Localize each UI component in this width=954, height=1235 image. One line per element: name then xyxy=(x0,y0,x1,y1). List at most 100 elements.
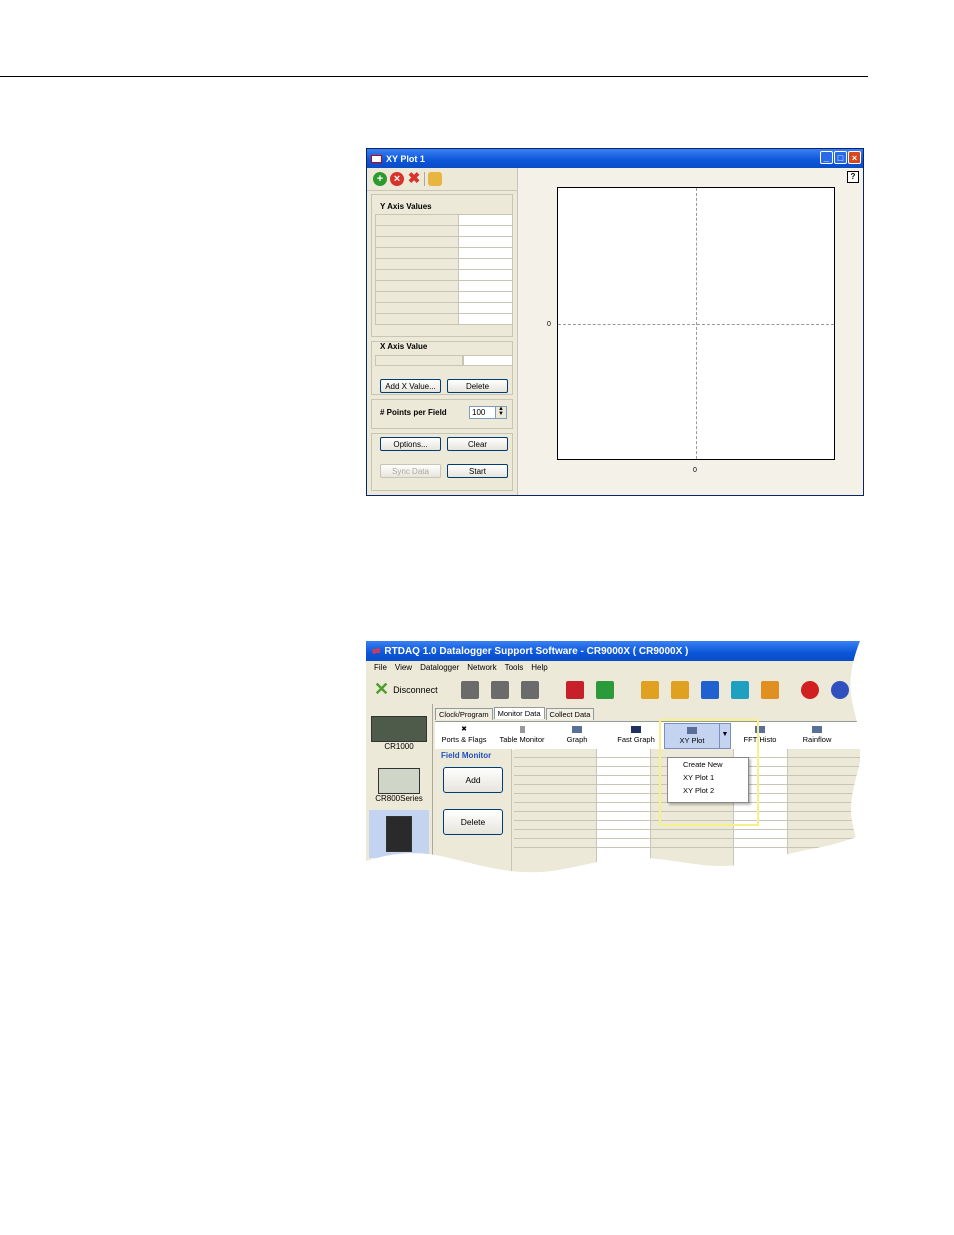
menu-item-create-new[interactable]: Create New xyxy=(668,758,748,771)
clock-icon[interactable] xyxy=(801,681,819,699)
y-axis-grid xyxy=(375,214,513,325)
monitor-ribbon: ✖ Ports & Flags Table Monitor Graph Fast… xyxy=(435,721,860,750)
add-x-value-button[interactable]: Add X Value... xyxy=(380,379,441,393)
delete-icon[interactable]: ✖ xyxy=(407,171,421,186)
chart-icon[interactable] xyxy=(641,681,659,699)
window-title: XY Plot 1 xyxy=(386,153,425,164)
disconnect-label: Disconnect xyxy=(393,684,438,695)
table-row xyxy=(375,214,513,226)
spinner-arrows-icon[interactable]: ▲ ▼ xyxy=(495,406,506,418)
plot-pane: ? 0 0 xyxy=(518,168,863,495)
menu-help[interactable]: Help xyxy=(531,663,547,672)
graph-button[interactable]: Graph xyxy=(557,726,597,744)
device-image xyxy=(378,768,420,794)
x-axis-value-cell[interactable] xyxy=(463,355,513,366)
xy-plot-dropdown-menu: Create New XY Plot 1 XY Plot 2 xyxy=(667,757,749,803)
table-monitor-label: Table Monitor xyxy=(499,735,545,744)
torn-edge-bottom xyxy=(356,834,866,890)
fast-graph-label: Fast Graph xyxy=(617,735,655,744)
menu-item-xy-plot-1[interactable]: XY Plot 1 xyxy=(668,771,748,784)
table-monitor-button[interactable]: Table Monitor xyxy=(494,726,550,744)
rtdaq-titlebar[interactable]: ⇌ RTDAQ 1.0 Datalogger Support Software … xyxy=(366,641,860,661)
menu-file[interactable]: File xyxy=(374,663,387,672)
toolbar-separator xyxy=(424,172,425,186)
ports-flags-label: Ports & Flags xyxy=(441,735,487,744)
x-tick-label: 0 xyxy=(693,467,697,474)
document-icon[interactable] xyxy=(596,681,614,699)
start-button[interactable]: Start xyxy=(447,464,508,478)
network-icon[interactable] xyxy=(731,681,749,699)
plot-area[interactable] xyxy=(557,187,835,460)
hand-icon[interactable] xyxy=(428,172,442,186)
main-toolbar: ✕ Disconnect xyxy=(366,674,860,705)
y-axis-label: Y Axis Values xyxy=(380,202,432,211)
checklist-icon[interactable] xyxy=(566,681,584,699)
tab-monitor-data[interactable]: Monitor Data xyxy=(493,707,545,719)
ports-flags-icon: ✖ xyxy=(461,726,467,733)
options-button[interactable]: Options... xyxy=(380,437,441,451)
search-icon[interactable] xyxy=(701,681,719,699)
table-row xyxy=(375,302,513,314)
tab-bar: Clock/Program Monitor Data Collect Data xyxy=(435,707,595,720)
tab-collect-data[interactable]: Collect Data xyxy=(545,708,595,720)
graph-icon xyxy=(572,726,582,733)
field-monitor-label: Field Monitor xyxy=(441,751,492,760)
fast-graph-icon xyxy=(631,726,641,733)
disconnect-button[interactable]: ✕ Disconnect xyxy=(374,679,438,700)
y-tick-label: 0 xyxy=(547,321,551,328)
help-button[interactable]: ? xyxy=(847,171,859,183)
rainflow-label: Rainflow xyxy=(802,735,832,744)
minimize-icon[interactable]: _ xyxy=(820,151,833,164)
delete-x-button[interactable]: Delete xyxy=(447,379,508,393)
remove-icon[interactable]: × xyxy=(390,172,404,186)
points-per-field-label: # Points per Field xyxy=(380,408,447,417)
maximize-icon[interactable]: □ xyxy=(834,151,847,164)
xy-plot-titlebar[interactable]: XY Plot 1 _ □ × xyxy=(367,149,863,168)
tools-icon[interactable] xyxy=(761,681,779,699)
points-per-field-value: 100 xyxy=(472,408,486,417)
table-row xyxy=(375,258,513,270)
menu-network[interactable]: Network xyxy=(467,663,496,672)
table-row xyxy=(375,280,513,292)
menu-datalogger[interactable]: Datalogger xyxy=(420,663,459,672)
device-image xyxy=(371,716,427,742)
device-cr800[interactable]: CR800Series xyxy=(369,768,429,803)
edit-station-icon[interactable] xyxy=(521,681,539,699)
play-chart-icon[interactable] xyxy=(671,681,689,699)
xy-settings-pane: + × ✖ Y Axis Values X Axis Value Add X V… xyxy=(367,168,518,495)
menu-tools[interactable]: Tools xyxy=(505,663,524,672)
menu-view[interactable]: View xyxy=(395,663,412,672)
tab-clock-program[interactable]: Clock/Program xyxy=(435,708,493,720)
clear-button[interactable]: Clear xyxy=(447,437,508,451)
device-label: CR800Series xyxy=(375,794,423,803)
x-axis-name-cell xyxy=(375,355,463,366)
remove-station-icon[interactable] xyxy=(491,681,509,699)
table-row xyxy=(375,225,513,237)
xy-toolbar: + × ✖ xyxy=(367,168,517,191)
device-cr1000[interactable]: CR1000 xyxy=(369,716,429,751)
rainflow-icon xyxy=(812,726,822,733)
table-monitor-icon xyxy=(519,726,525,733)
points-per-field-spinner[interactable]: 100 ▲ ▼ xyxy=(469,406,507,419)
graph-label: Graph xyxy=(566,735,588,744)
table-row xyxy=(375,247,513,259)
table-row xyxy=(375,236,513,248)
menu-item-xy-plot-2[interactable]: XY Plot 2 xyxy=(668,784,748,797)
app-icon: ⇌ xyxy=(372,645,381,657)
horizontal-gridline xyxy=(558,324,834,325)
menubar: File View Datalogger Network Tools Help xyxy=(366,661,860,674)
ports-flags-button[interactable]: ✖ Ports & Flags xyxy=(439,726,489,744)
x-axis-label: X Axis Value xyxy=(380,342,428,351)
torn-edge-right xyxy=(850,641,870,881)
close-icon[interactable]: × xyxy=(848,151,861,164)
rtdaq-title: RTDAQ 1.0 Datalogger Support Software - … xyxy=(384,645,689,657)
disconnect-icon: ✕ xyxy=(374,679,390,699)
add-button[interactable]: Add xyxy=(443,767,503,793)
add-station-icon[interactable] xyxy=(461,681,479,699)
window-icon xyxy=(371,154,382,163)
device-label: CR1000 xyxy=(384,742,414,751)
fast-graph-button[interactable]: Fast Graph xyxy=(613,726,659,744)
table-row xyxy=(375,291,513,303)
sync-data-button[interactable]: Sync Data xyxy=(380,464,441,478)
add-icon[interactable]: + xyxy=(373,172,387,186)
